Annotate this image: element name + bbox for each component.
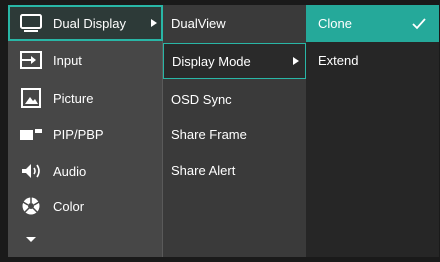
menu-item-label: Picture (53, 90, 94, 106)
submenu-item-label: Share Alert (171, 162, 236, 178)
menu-item-label: Audio (53, 163, 87, 179)
menu-item-label: Input (53, 52, 82, 68)
input-icon (20, 51, 42, 69)
submenu-item-label: Display Mode (172, 53, 251, 69)
menu-item-dual-display[interactable]: Dual Display (8, 5, 163, 41)
submenu-arrow-icon (151, 19, 157, 27)
menu-item-color[interactable]: Color (8, 188, 163, 224)
check-icon (412, 17, 426, 29)
menu-scroll-down[interactable] (8, 224, 163, 254)
menu-item-label: Color (53, 198, 85, 214)
option-clone[interactable]: Clone (306, 5, 439, 42)
menu-item-picture[interactable]: Picture (8, 80, 163, 116)
option-label: Clone (318, 16, 352, 31)
menu-item-label: PIP/PBP (53, 126, 104, 142)
menu-item-input[interactable]: Input (8, 42, 163, 78)
dual-display-icon (20, 14, 42, 32)
menu-item-audio[interactable]: Audio (8, 153, 163, 189)
submenu-item-label: DualView (171, 15, 226, 31)
color-icon (22, 197, 40, 215)
menu-item-label: Dual Display (53, 15, 126, 31)
osd-menu: Dual Display Input Picture PIP/PBP Audio (0, 0, 440, 262)
chevron-down-icon (26, 237, 36, 242)
submenu-item-label: OSD Sync (171, 91, 232, 107)
submenu-item-share-frame[interactable]: Share Frame (163, 116, 306, 152)
option-extend[interactable]: Extend (306, 42, 439, 78)
pip-pbp-icon (20, 129, 42, 140)
audio-icon (22, 164, 40, 178)
submenu-item-dualview[interactable]: DualView (163, 5, 306, 41)
menu-item-pip-pbp[interactable]: PIP/PBP (8, 116, 163, 152)
submenu-item-label: Share Frame (171, 126, 247, 142)
submenu-item-share-alert[interactable]: Share Alert (163, 152, 306, 188)
submenu-item-display-mode[interactable]: Display Mode (163, 43, 306, 79)
submenu-arrow-icon (293, 57, 299, 65)
picture-icon (21, 88, 41, 108)
option-label: Extend (318, 52, 359, 68)
submenu-item-osd-sync[interactable]: OSD Sync (163, 81, 306, 117)
